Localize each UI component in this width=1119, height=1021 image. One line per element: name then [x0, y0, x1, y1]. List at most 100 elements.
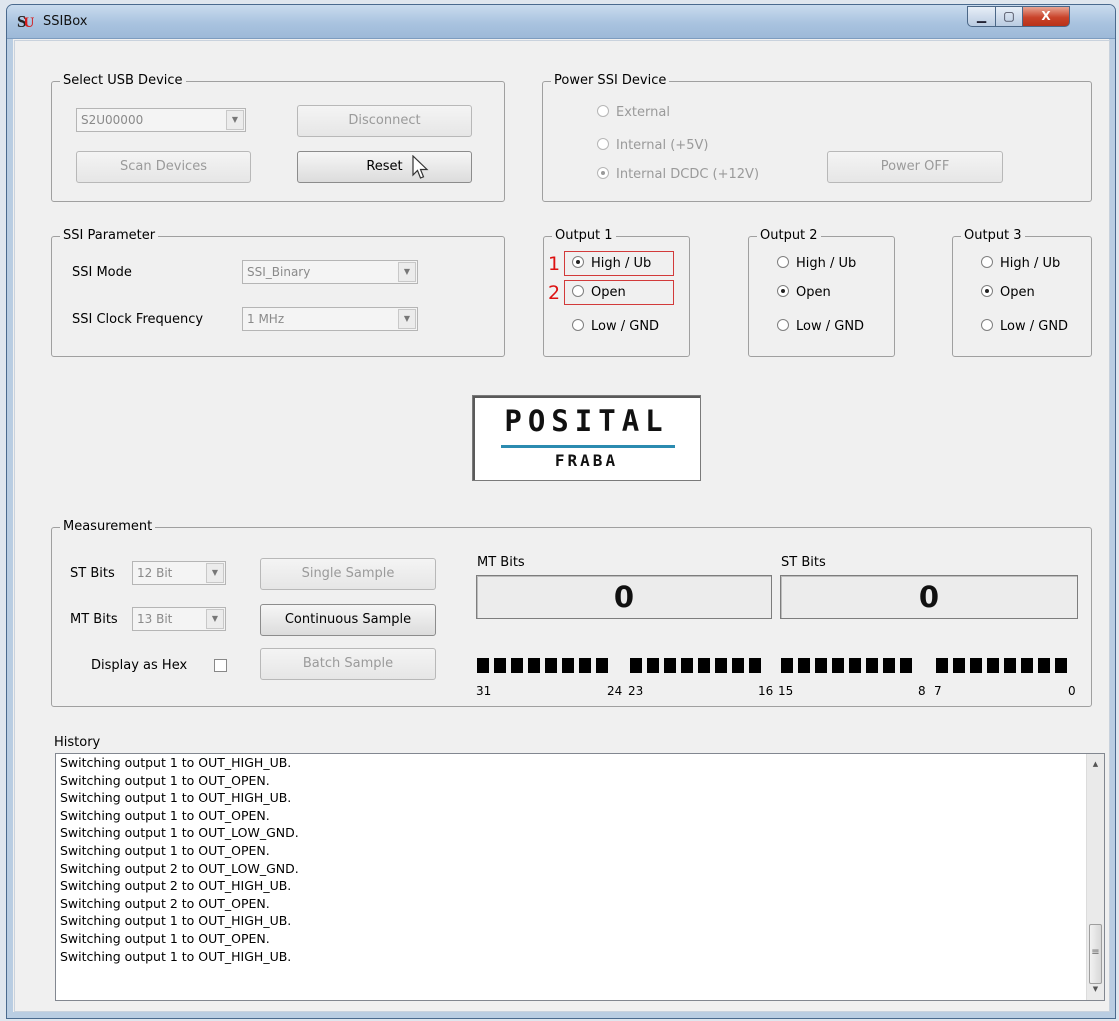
- power-option-external[interactable]: External: [597, 104, 670, 122]
- ssi-mode-label: SSI Mode: [72, 265, 132, 280]
- output3-open[interactable]: Open: [981, 284, 1035, 302]
- usb-device-combo[interactable]: S2U00000 ▼: [76, 108, 246, 132]
- output3-high[interactable]: High / Ub: [981, 255, 1060, 273]
- chevron-down-icon[interactable]: ▼: [226, 110, 244, 130]
- output2-low[interactable]: Low / GND: [777, 318, 864, 336]
- bit-led: [545, 658, 557, 673]
- measurement-legend: Measurement: [60, 519, 156, 535]
- bit-led: [477, 658, 489, 673]
- bit-label: 31: [476, 684, 492, 698]
- bit-label: 15: [778, 684, 794, 698]
- output-option-label: Open: [591, 285, 626, 300]
- history-line: Switching output 1 to OUT_OPEN.: [60, 807, 270, 823]
- bit-led: [562, 658, 574, 673]
- output2-high[interactable]: High / Ub: [777, 255, 856, 273]
- disconnect-button[interactable]: Disconnect: [297, 105, 472, 137]
- power-option-label: Internal (+5V): [616, 138, 709, 153]
- display-as-hex-checkbox[interactable]: [214, 659, 227, 672]
- output3-low[interactable]: Low / GND: [981, 318, 1068, 336]
- history-line: Switching output 2 to OUT_LOW_GND.: [60, 860, 299, 876]
- bit-led: [1004, 658, 1016, 673]
- bit-led: [1038, 658, 1050, 673]
- power-option-dcdc-12v[interactable]: Internal DCDC (+12V): [597, 166, 759, 184]
- history-line: Switching output 2 to OUT_HIGH_UB.: [60, 878, 292, 894]
- scan-devices-button[interactable]: Scan Devices: [76, 151, 251, 183]
- bit-led: [681, 658, 693, 673]
- radio-selected-icon: [572, 256, 584, 268]
- history-line: Switching output 1 to OUT_HIGH_UB.: [60, 913, 292, 929]
- chevron-down-icon[interactable]: ▼: [398, 262, 416, 282]
- radio-icon: [777, 256, 789, 268]
- scroll-thumb[interactable]: ≡: [1089, 924, 1102, 984]
- bit-label: 16: [758, 684, 774, 698]
- bit-led: [849, 658, 861, 673]
- output1-high[interactable]: High / Ub: [572, 255, 651, 273]
- ssi-mode-combo[interactable]: SSI_Binary ▼: [242, 260, 418, 284]
- radio-selected-icon: [597, 167, 609, 179]
- chevron-down-icon[interactable]: ▼: [206, 609, 224, 629]
- bit-led: [970, 658, 982, 673]
- single-sample-button[interactable]: Single Sample: [260, 558, 436, 590]
- output-option-label: Low / GND: [796, 319, 865, 334]
- bit-label: 24: [607, 684, 623, 698]
- title-bar[interactable]: SU SSIBox ▁ ▢ X: [7, 5, 1115, 39]
- bit-led: [866, 658, 878, 673]
- bit-led: [936, 658, 948, 673]
- power-option-internal-5v[interactable]: Internal (+5V): [597, 137, 708, 155]
- radio-selected-icon: [981, 285, 993, 297]
- radio-icon: [981, 256, 993, 268]
- chevron-down-icon[interactable]: ▼: [398, 309, 416, 329]
- scroll-up-icon[interactable]: ▲: [1087, 756, 1104, 773]
- bit-led: [511, 658, 523, 673]
- output2-open[interactable]: Open: [777, 284, 831, 302]
- bit-led: [832, 658, 844, 673]
- close-button[interactable]: X: [1022, 6, 1070, 27]
- power-off-button[interactable]: Power OFF: [827, 151, 1003, 183]
- history-lines: Switching output 1 to OUT_HIGH_UB. Switch…: [56, 754, 1104, 965]
- scroll-down-icon[interactable]: ▼: [1087, 981, 1104, 998]
- history-line: Switching output 1 to OUT_HIGH_UB.: [60, 948, 292, 964]
- history-line: Switching output 1 to OUT_OPEN.: [60, 930, 270, 946]
- ssi-clock-value: 1 MHz: [247, 312, 285, 326]
- mt-bits-display: 0: [476, 575, 772, 619]
- continuous-sample-button[interactable]: Continuous Sample: [260, 604, 436, 636]
- radio-selected-icon: [777, 285, 789, 297]
- radio-icon: [597, 105, 609, 117]
- bit-led: [781, 658, 793, 673]
- bit-led: [715, 658, 727, 673]
- bit-led: [494, 658, 506, 673]
- mt-bits-combo[interactable]: 13 Bit ▼: [132, 607, 226, 631]
- history-line: Switching output 2 to OUT_OPEN.: [60, 895, 270, 911]
- reset-button[interactable]: Reset: [297, 151, 472, 183]
- usb-device-group: Select USB Device: [51, 73, 505, 202]
- logo-main-text: POSITAL: [504, 404, 669, 438]
- bit-label: 0: [1068, 684, 1076, 698]
- history-log[interactable]: Switching output 1 to OUT_HIGH_UB. Switch…: [55, 753, 1105, 1001]
- ssi-clock-combo[interactable]: 1 MHz ▼: [242, 307, 418, 331]
- app-icon: SU: [17, 12, 35, 31]
- chevron-down-icon[interactable]: ▼: [206, 563, 224, 583]
- history-line: Switching output 1 to OUT_HIGH_UB.: [60, 755, 292, 770]
- output-option-label: High / Ub: [1000, 256, 1061, 271]
- output1-low[interactable]: Low / GND: [572, 318, 659, 336]
- bit-led: [749, 658, 761, 673]
- output-option-label: High / Ub: [591, 256, 652, 271]
- bit-led: [664, 658, 676, 673]
- usb-device-value: S2U00000: [81, 113, 144, 127]
- bit-led: [630, 658, 642, 673]
- bit-led: [1055, 658, 1067, 673]
- mt-bits-label: MT Bits: [70, 612, 118, 627]
- st-bits-combo[interactable]: 12 Bit ▼: [132, 561, 226, 585]
- output-option-label: Open: [796, 285, 831, 300]
- bit-label: 8: [918, 684, 926, 698]
- maximize-button[interactable]: ▢: [995, 6, 1023, 27]
- history-scrollbar[interactable]: ▲ ≡ ▼: [1086, 754, 1104, 1000]
- bit-led: [900, 658, 912, 673]
- output1-open[interactable]: Open: [572, 284, 626, 302]
- mt-bits-value: 13 Bit: [137, 612, 173, 626]
- bit-led: [579, 658, 591, 673]
- batch-sample-button[interactable]: Batch Sample: [260, 648, 436, 680]
- bit-led: [1021, 658, 1033, 673]
- power-legend: Power SSI Device: [551, 73, 670, 89]
- minimize-button[interactable]: ▁: [967, 6, 996, 27]
